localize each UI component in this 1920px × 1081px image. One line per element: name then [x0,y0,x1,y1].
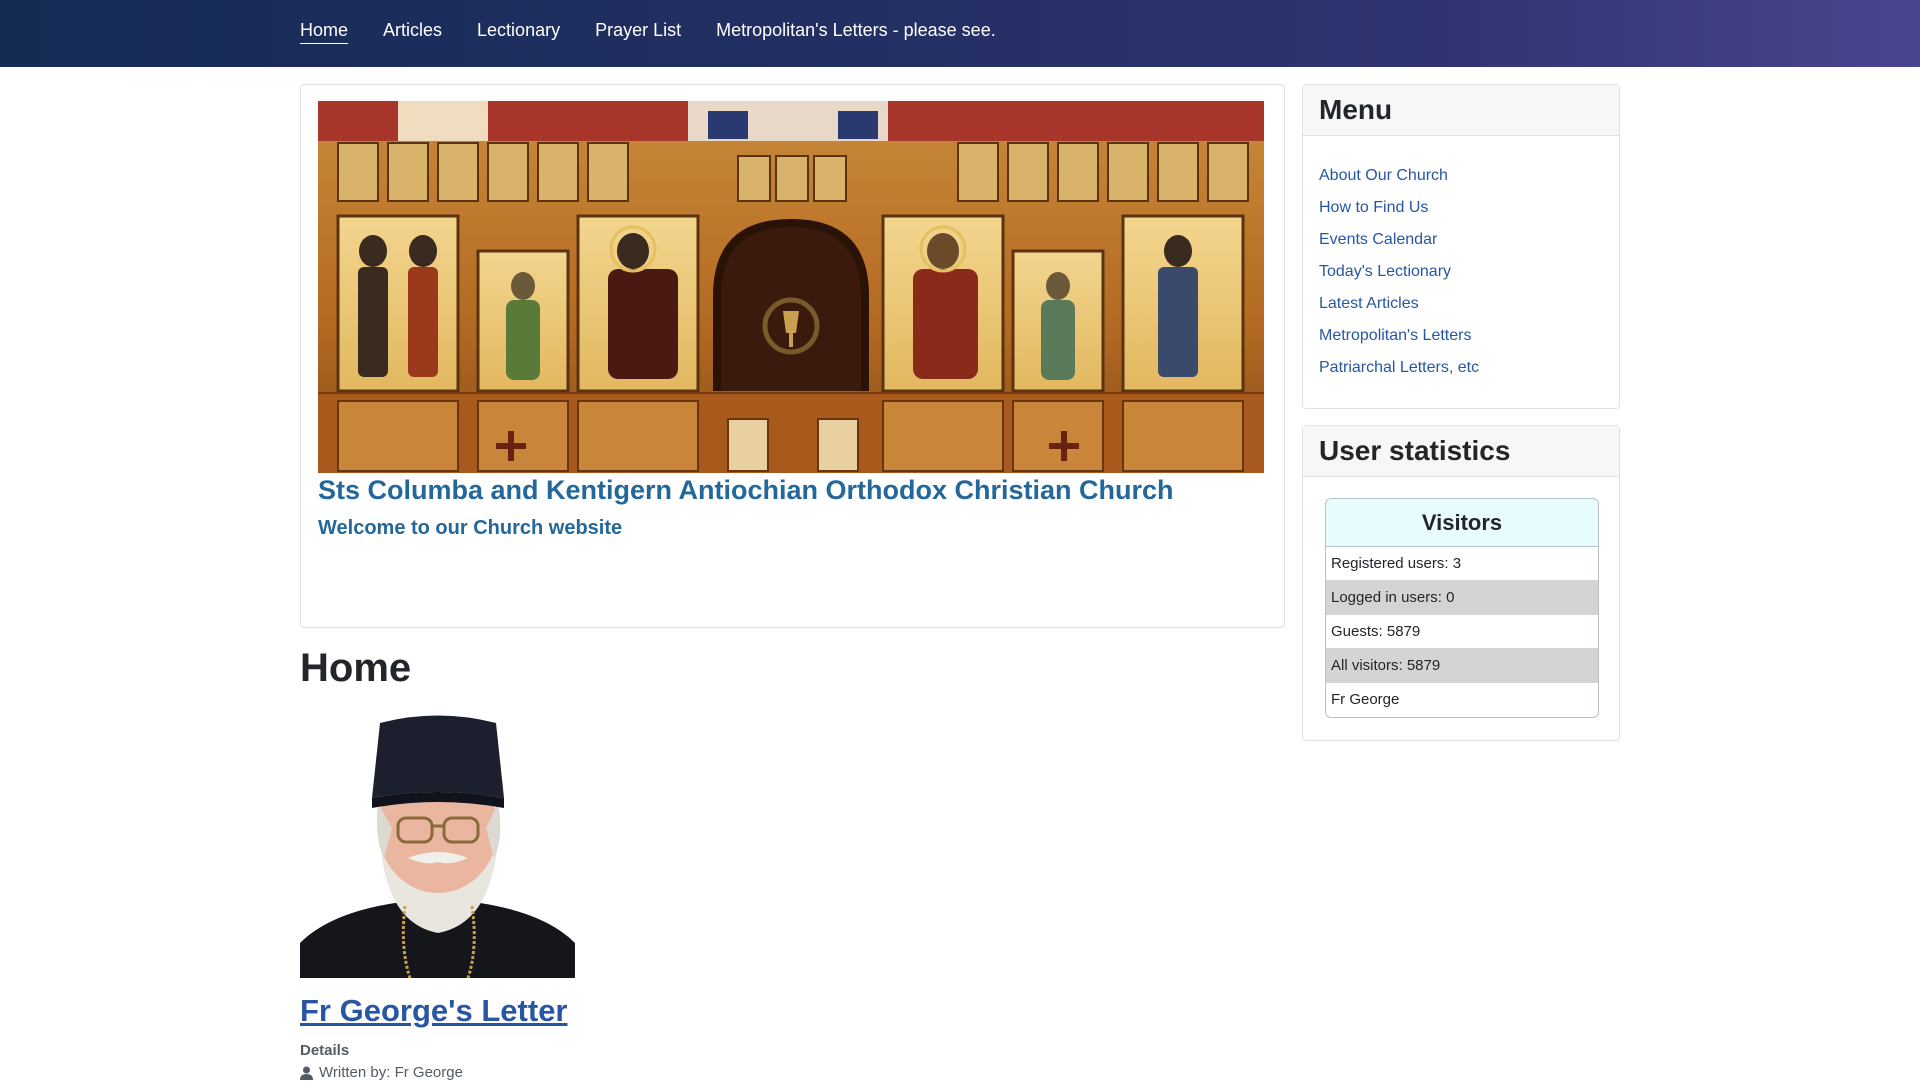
stat-online-user: Fr George [1331,691,1400,708]
person-icon [300,1066,313,1080]
menu-item: Events Calendar [1319,229,1479,261]
article-author: Written by: Fr George [300,1064,463,1081]
visitors-heading: Visitors [1326,499,1598,547]
menu-item: How to Find Us [1319,197,1479,229]
menu-title: Menu [1303,85,1619,136]
user-statistics-title: User statistics [1303,426,1619,477]
article-details-label: Details [300,1042,350,1059]
nav-home[interactable]: Home [300,0,349,44]
nav-metropolitans-letters[interactable]: Metropolitan's Letters - please see. [716,0,996,41]
menu-item: Today's Lectionary [1319,261,1479,293]
menu-link-metropolitans-letters[interactable]: Metropolitan's Letters [1319,327,1471,344]
menu-link-latest-articles[interactable]: Latest Articles [1319,295,1419,312]
top-navbar: Home Articles Lectionary Prayer List Met… [0,0,1920,67]
stat-registered-users: Registered users: 3 [1326,547,1598,581]
nav-lectionary[interactable]: Lectionary [477,0,560,41]
visitors-table: Visitors Registered users: 3 Logged in u… [1325,498,1599,718]
page-title: Home [300,646,412,690]
menu-link-todays-lectionary[interactable]: Today's Lectionary [1319,263,1451,280]
site-title: Sts Columba and Kentigern Antiochian Ort… [318,475,1174,505]
menu-link-about-our-church[interactable]: About Our Church [1319,167,1448,184]
menu-link-events-calendar[interactable]: Events Calendar [1319,231,1437,248]
main-nav: Home Articles Lectionary Prayer List Met… [300,0,1031,67]
banner-card: Sts Columba and Kentigern Antiochian Ort… [300,84,1285,628]
iconostasis-banner-image [318,101,1264,473]
user-statistics-module: User statistics Visitors Registered user… [1302,425,1620,741]
article-author-text: Written by: Fr George [319,1064,463,1081]
menu-item: Metropolitan's Letters [1319,325,1479,357]
menu-item: Latest Articles [1319,293,1479,325]
menu-link-patriarchal-letters[interactable]: Patriarchal Letters, etc [1319,359,1479,376]
article-title: Fr George's Letter [300,991,568,1031]
article-title-link[interactable]: Fr George's Letter [300,993,568,1028]
nav-articles[interactable]: Articles [383,0,442,41]
menu-item: About Our Church [1319,165,1479,197]
menu-module: Menu About Our Church How to Find Us Eve… [1302,84,1620,409]
site-subtitle: Welcome to our Church website [318,517,623,539]
stat-all-visitors: All visitors: 5879 [1326,649,1598,683]
stat-logged-in-users: Logged in users: 0 [1326,581,1598,615]
menu-link-how-to-find-us[interactable]: How to Find Us [1319,199,1428,216]
menu-list: About Our Church How to Find Us Events C… [1319,165,1479,389]
menu-item: Patriarchal Letters, etc [1319,357,1479,389]
stat-guests: Guests: 5879 [1326,615,1598,649]
nav-prayer-list[interactable]: Prayer List [595,0,681,41]
fr-george-photo [300,708,575,979]
